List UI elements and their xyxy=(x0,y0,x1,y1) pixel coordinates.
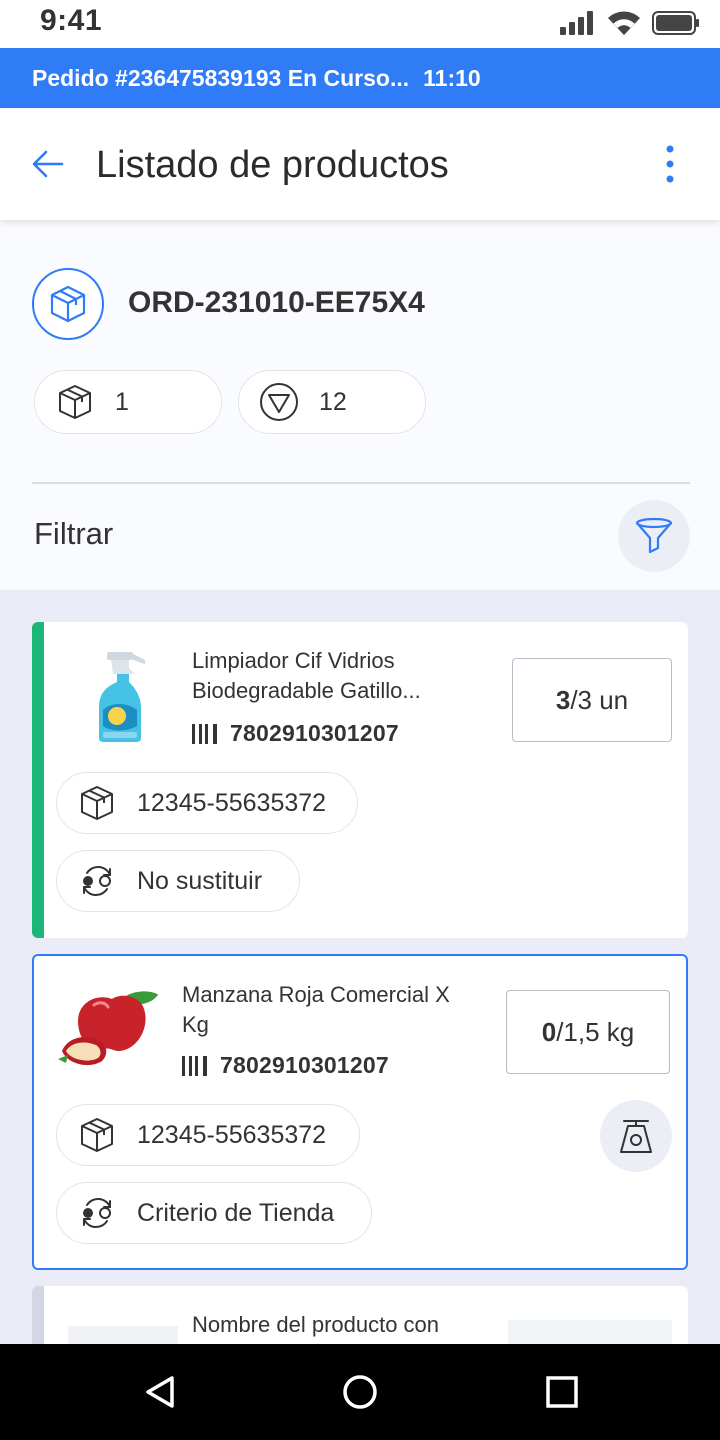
packages-count: 1 xyxy=(115,387,129,416)
nav-back-button[interactable] xyxy=(136,1368,184,1416)
signal-icon xyxy=(560,11,593,35)
more-vertical-icon xyxy=(666,145,674,183)
product-name: Nombre del producto con xyxy=(192,1312,440,1337)
barcode-number: 7802910301207 xyxy=(230,720,399,746)
divider xyxy=(32,482,690,484)
app-bar: Listado de productos xyxy=(0,108,720,220)
filter-funnel-icon xyxy=(635,517,673,554)
back-button[interactable] xyxy=(26,142,70,186)
nav-recents-icon xyxy=(546,1376,578,1408)
status-icons xyxy=(560,8,700,38)
product-name: Manzana Roja Comercial X Kg xyxy=(182,982,450,1037)
order-banner-time: 11:10 xyxy=(423,64,481,91)
product-card[interactable]: Limpiador Cif Vidrios Biodegradable Gati… xyxy=(32,622,688,938)
order-box-icon xyxy=(32,268,104,340)
filter-button[interactable] xyxy=(618,500,690,572)
product-name: Limpiador Cif Vidrios Biodegradable Gati… xyxy=(192,648,421,703)
items-count-chip[interactable]: 12 xyxy=(238,370,426,434)
arrow-left-icon xyxy=(32,150,64,178)
barcode-icon xyxy=(192,723,217,744)
product-image-placeholder xyxy=(68,1326,178,1344)
package-code: 12345-55635372 xyxy=(137,1120,327,1149)
status-bar: 9:41 xyxy=(0,0,720,48)
quantity-picked: 3 xyxy=(555,684,571,715)
product-barcode: 7802910301207 xyxy=(192,720,399,747)
substitution-label: No sustituir xyxy=(137,866,263,895)
product-list[interactable]: Limpiador Cif Vidrios Biodegradable Gati… xyxy=(0,590,720,1344)
substitution-chip[interactable]: No sustituir xyxy=(56,850,300,912)
scale-icon xyxy=(620,1120,652,1153)
package-code-chip[interactable]: 12345-55635372 xyxy=(56,1104,360,1166)
more-options-button[interactable] xyxy=(656,142,684,186)
quantity-box[interactable]: 3/3 un xyxy=(512,658,672,742)
package-code-chip[interactable]: 12345-55635372 xyxy=(56,772,358,834)
substitution-chip[interactable]: Criterio de Tienda xyxy=(56,1182,372,1244)
nav-recents-button[interactable] xyxy=(538,1368,586,1416)
weigh-scale-button[interactable] xyxy=(600,1100,672,1172)
product-card[interactable]: Nombre del producto con xyxy=(32,1286,688,1344)
filter-label: Filtrar xyxy=(34,516,114,551)
battery-icon xyxy=(652,11,699,35)
product-barcode: 7802910301207 xyxy=(182,1052,389,1079)
nav-home-button[interactable] xyxy=(336,1368,384,1416)
product-image-apple xyxy=(54,974,164,1074)
quantity-box[interactable]: 0/1,5 kg xyxy=(506,990,670,1074)
package-icon xyxy=(55,382,95,422)
quantity-total: /3 un xyxy=(570,684,629,715)
order-id: ORD-231010-EE75X4 xyxy=(128,286,425,319)
substitution-icon xyxy=(77,1193,117,1233)
barcode-icon xyxy=(182,1055,207,1076)
page-title: Listado de productos xyxy=(96,144,449,186)
nav-home-icon xyxy=(343,1375,377,1409)
substitution-icon xyxy=(77,861,117,901)
package-code: 12345-55635372 xyxy=(137,788,327,817)
system-navigation-bar xyxy=(0,1344,720,1440)
quantity-picked: 0 xyxy=(541,1016,557,1047)
product-image-cleaner xyxy=(62,646,172,746)
order-summary: ORD-231010-EE75X4 1 12 Filtrar xyxy=(0,220,720,590)
package-icon xyxy=(77,1115,117,1155)
order-banner[interactable]: Pedido #236475839193 En Curso... 11:10 xyxy=(0,48,720,108)
items-count: 12 xyxy=(319,387,347,416)
packages-count-chip[interactable]: 1 xyxy=(34,370,222,434)
wifi-icon xyxy=(608,11,640,35)
quantity-total: /1,5 kg xyxy=(556,1016,635,1047)
substitution-label: Criterio de Tienda xyxy=(137,1198,335,1227)
quantity-box-placeholder xyxy=(508,1320,672,1344)
package-icon xyxy=(77,783,117,823)
barcode-number: 7802910301207 xyxy=(220,1052,389,1078)
nav-back-icon xyxy=(146,1376,174,1408)
status-time: 9:41 xyxy=(40,4,103,37)
order-banner-text: Pedido #236475839193 En Curso... xyxy=(32,64,410,91)
product-card-selected[interactable]: Manzana Roja Comercial X Kg 780291030120… xyxy=(32,954,688,1270)
triangle-down-icon xyxy=(259,382,299,422)
